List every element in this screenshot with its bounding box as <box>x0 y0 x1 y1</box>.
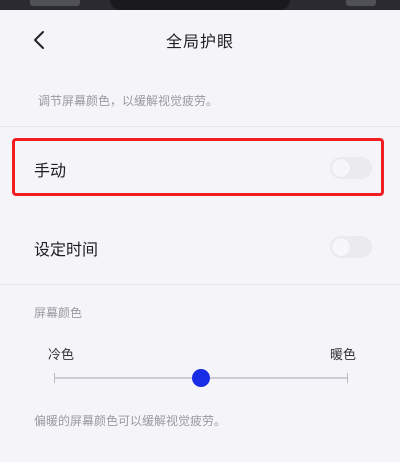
screen-color-section-label: 屏幕颜色 <box>34 306 83 320</box>
slider-thumb[interactable] <box>192 369 210 387</box>
footer-note: 偏暖的屏幕颜色可以缓解视觉疲劳。 <box>34 414 227 428</box>
color-temperature-slider[interactable] <box>54 369 348 387</box>
cold-color-label: 冷色 <box>48 348 75 363</box>
header: 全局护眼 <box>0 16 400 64</box>
slider-start-cap <box>54 373 55 383</box>
highlight-annotation <box>12 138 384 196</box>
divider <box>0 126 400 127</box>
schedule-toggle[interactable] <box>330 236 372 258</box>
eye-care-screen: 全局护眼 调节屏幕颜色，以缓解视觉疲劳。 手动 设定时间 屏幕颜色 冷色 暖色 … <box>0 0 400 462</box>
warm-color-label: 暖色 <box>329 348 356 363</box>
slider-end-cap <box>347 373 348 383</box>
divider <box>0 284 400 285</box>
status-time-blur <box>30 0 80 6</box>
toggle-knob <box>332 238 350 256</box>
schedule-row[interactable]: 设定时间 <box>0 222 400 270</box>
page-title: 全局护眼 <box>165 32 234 51</box>
schedule-label: 设定时间 <box>34 240 99 259</box>
description-text: 调节屏幕颜色，以缓解视觉疲劳。 <box>38 94 219 108</box>
status-icons-blur <box>346 0 376 6</box>
